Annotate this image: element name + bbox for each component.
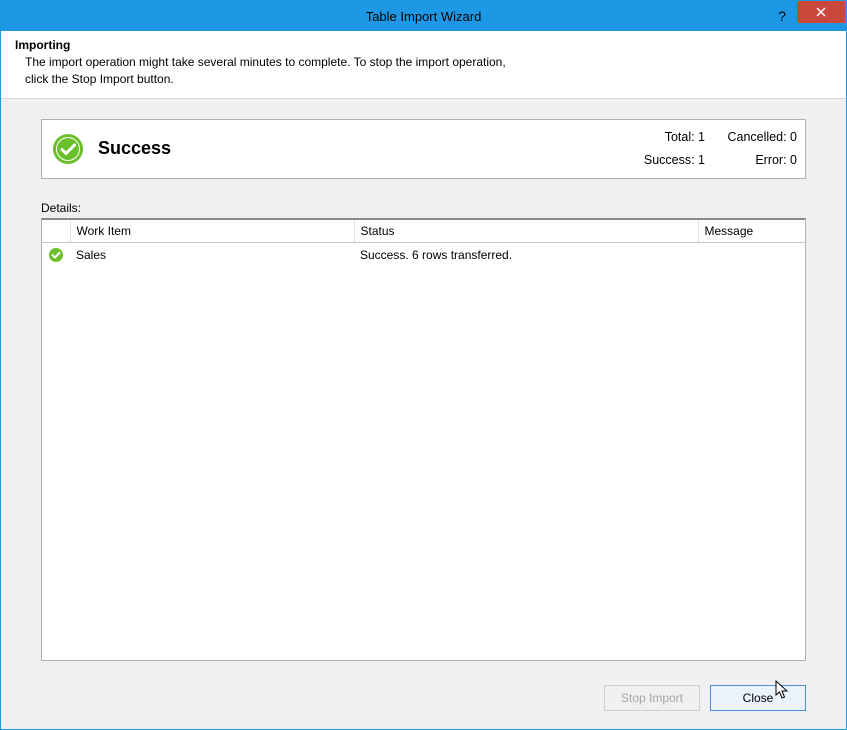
header-title: Importing — [15, 38, 832, 52]
stat-cancelled: Cancelled: 0 — [717, 126, 797, 149]
status-stats: Total: 1 Cancelled: 0 Success: 1 Error: … — [625, 126, 797, 171]
titlebar-buttons: ? — [767, 1, 846, 31]
stop-import-button: Stop Import — [604, 685, 700, 711]
table-row[interactable]: Sales Success. 6 rows transferred. — [42, 242, 805, 267]
stat-total: Total: 1 — [625, 126, 705, 149]
dialog-content: Importing The import operation might tak… — [1, 31, 846, 729]
success-icon — [52, 133, 84, 165]
details-label: Details: — [41, 201, 806, 215]
close-button[interactable]: Close — [710, 685, 806, 711]
col-status[interactable]: Status — [354, 220, 698, 243]
body-section: Success Total: 1 Cancelled: 0 Success: 1… — [1, 99, 846, 671]
status-panel: Success Total: 1 Cancelled: 0 Success: 1… — [41, 119, 806, 179]
header-section: Importing The import operation might tak… — [1, 31, 846, 99]
details-table: Work Item Status Message — [41, 218, 806, 661]
titlebar: Table Import Wizard ? — [1, 1, 846, 31]
col-work-item[interactable]: Work Item — [70, 220, 354, 243]
footer: Stop Import Close — [1, 671, 846, 729]
col-icon[interactable] — [42, 220, 70, 243]
col-message[interactable]: Message — [698, 220, 805, 243]
stat-success: Success: 1 — [625, 149, 705, 172]
cell-work-item: Sales — [70, 242, 354, 267]
window-title: Table Import Wizard — [1, 9, 846, 24]
close-icon — [816, 7, 826, 17]
close-window-button[interactable] — [797, 1, 845, 23]
status-label: Success — [98, 138, 171, 159]
stat-error: Error: 0 — [717, 149, 797, 172]
header-desc-line2: click the Stop Import button. — [25, 72, 174, 86]
help-button[interactable]: ? — [767, 1, 797, 31]
cell-message — [698, 242, 805, 267]
help-icon: ? — [778, 8, 786, 24]
cell-status: Success. 6 rows transferred. — [354, 242, 698, 267]
header-description: The import operation might take several … — [15, 54, 832, 88]
dialog-window: Table Import Wizard ? Importing The impo… — [0, 0, 847, 730]
header-desc-line1: The import operation might take several … — [25, 55, 506, 69]
table-header-row: Work Item Status Message — [42, 220, 805, 243]
row-success-icon — [48, 247, 64, 263]
